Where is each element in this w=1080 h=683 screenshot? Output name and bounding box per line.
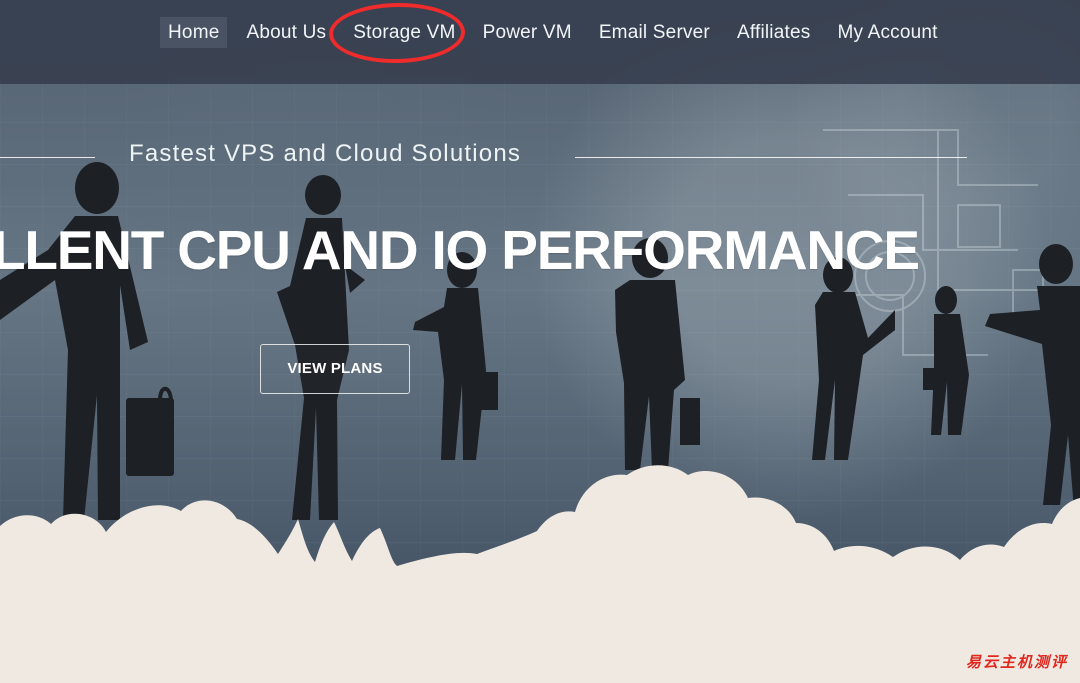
nav-email-server[interactable]: Email Server <box>591 17 718 48</box>
nav-my-account[interactable]: My Account <box>829 17 945 48</box>
nav-affiliates[interactable]: Affiliates <box>729 17 818 48</box>
subtitle-divider-left <box>0 157 95 158</box>
nav-about-us[interactable]: About Us <box>238 17 334 48</box>
hosting-homepage: Home About Us Storage VM Power VM Email … <box>0 0 1080 683</box>
hero-subtitle: Fastest VPS and Cloud Solutions <box>129 140 522 167</box>
nav-storage-vm[interactable]: Storage VM <box>328 1 466 65</box>
primary-navigation: Home About Us Storage VM Power VM Email … <box>160 1 957 65</box>
nav-home[interactable]: Home <box>160 17 228 48</box>
subtitle-divider-right <box>575 157 967 158</box>
site-watermark: 易云主机测评 <box>965 653 1068 671</box>
nav-storage-vm-label: Storage VM <box>353 22 456 43</box>
view-plans-button[interactable]: VIEW PLANS <box>260 344 410 394</box>
top-navigation-bar: Home About Us Storage VM Power VM Email … <box>0 0 1080 84</box>
nav-power-vm[interactable]: Power VM <box>475 17 580 48</box>
hero-headline: LLENT CPU AND IO PERFORMANCE <box>0 219 920 281</box>
cloud-footer-shape <box>0 465 1080 683</box>
